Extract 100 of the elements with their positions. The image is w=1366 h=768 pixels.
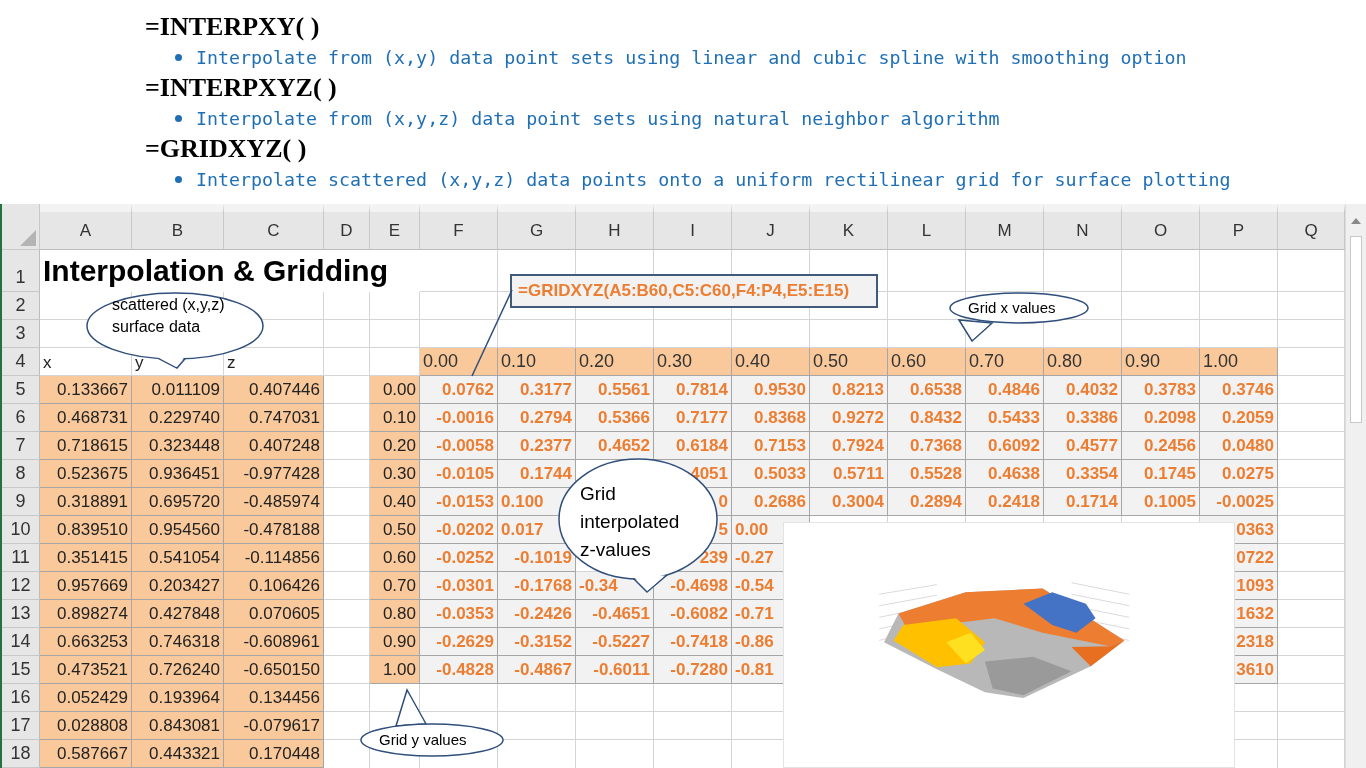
table-cell: 0.7153 (732, 432, 810, 460)
table-cell: 0.3783 (1122, 376, 1200, 404)
table-cell: 0.5528 (888, 460, 966, 488)
table-cell: 0.70 (370, 572, 420, 600)
table-cell: 0.106426 (224, 572, 324, 600)
table-cell: 0.747031 (224, 404, 324, 432)
table-cell: 0.1005 (1122, 488, 1200, 516)
row-header[interactable]: 8 (2, 460, 40, 488)
row-header[interactable]: 5 (2, 376, 40, 404)
table-cell: 0.229740 (132, 404, 224, 432)
vertical-scrollbar[interactable] (1345, 204, 1366, 768)
table-cell: 0.052429 (40, 684, 132, 712)
column-header[interactable]: A (40, 204, 132, 250)
column-header[interactable]: J (732, 204, 810, 250)
table-cell: 0.133667 (40, 376, 132, 404)
column-header[interactable]: L (888, 204, 966, 250)
table-cell: -0.608961 (224, 628, 324, 656)
column-header[interactable]: P (1200, 204, 1278, 250)
function-heading: =GRIDXYZ( ) (145, 133, 308, 164)
table-cell: -0.3152 (498, 628, 576, 656)
row-header[interactable]: 10 (2, 516, 40, 544)
column-header[interactable]: O (1122, 204, 1200, 250)
table-cell: 0.2059 (1200, 404, 1278, 432)
column-header[interactable]: H (576, 204, 654, 250)
row-header[interactable]: 2 (2, 292, 40, 320)
table-cell: 0.726240 (132, 656, 224, 684)
table-cell: 0.468731 (40, 404, 132, 432)
row-header[interactable]: 14 (2, 628, 40, 656)
column-header[interactable]: Q (1278, 204, 1345, 250)
table-cell: -0.2629 (420, 628, 498, 656)
row-header[interactable]: 4 (2, 348, 40, 376)
row-header[interactable]: 17 (2, 712, 40, 740)
table-cell: 0.8368 (732, 404, 810, 432)
table-cell: 0.2418 (966, 488, 1044, 516)
column-header[interactable]: N (1044, 204, 1122, 250)
select-all-icon[interactable] (2, 204, 40, 250)
row-header[interactable]: 18 (2, 740, 40, 768)
table-cell: -0.4651 (576, 600, 654, 628)
bullet-icon (175, 53, 182, 61)
table-cell: 0.170448 (224, 740, 324, 768)
row-header[interactable]: 6 (2, 404, 40, 432)
callout: Grid x values (947, 290, 1091, 342)
table-cell: 0.5711 (810, 460, 888, 488)
table-cell: -0.1019 (498, 544, 576, 572)
table-cell: 0.6092 (966, 432, 1044, 460)
column-header[interactable]: K (810, 204, 888, 250)
table-cell: -0.485974 (224, 488, 324, 516)
table-cell: 0.9530 (732, 376, 810, 404)
table-cell: -0.5227 (576, 628, 654, 656)
table-cell: 0.193964 (132, 684, 224, 712)
column-header[interactable]: E (370, 204, 420, 250)
sheet-title: Interpolation & Gridding (40, 250, 420, 292)
table-cell: 0.4638 (966, 460, 1044, 488)
table-cell: 0.407446 (224, 376, 324, 404)
table-cell: 0.663253 (40, 628, 132, 656)
column-header[interactable]: D (324, 204, 370, 250)
table-cell: 0.954560 (132, 516, 224, 544)
table-cell: -0.4867 (498, 656, 576, 684)
table-cell: 0.839510 (40, 516, 132, 544)
table-cell: 0.2686 (732, 488, 810, 516)
table-cell: -0.0353 (420, 600, 498, 628)
function-heading: =INTERPXY( ) (145, 11, 321, 42)
row-header[interactable]: 9 (2, 488, 40, 516)
column-header[interactable]: I (654, 204, 732, 250)
row-header[interactable]: 13 (2, 600, 40, 628)
table-cell: 0.0275 (1200, 460, 1278, 488)
table-cell: 0.3004 (810, 488, 888, 516)
function-description: Interpolate from (x,y,z) data point sets using natural neighbor algorithm (196, 107, 1000, 129)
table-cell: 0.523675 (40, 460, 132, 488)
table-cell: 0.6538 (888, 376, 966, 404)
table-cell: 0.011109 (132, 376, 224, 404)
table-cell: 0.407248 (224, 432, 324, 460)
table-cell: 0.9272 (810, 404, 888, 432)
row-header[interactable]: 3 (2, 320, 40, 348)
table-cell: 0.843081 (132, 712, 224, 740)
table-cell: 0.4652 (576, 432, 654, 460)
row-header[interactable]: 1 (2, 250, 40, 292)
table-cell: 0.443321 (132, 740, 224, 768)
table-cell-text: z (226, 352, 237, 374)
row-header[interactable]: 15 (2, 656, 40, 684)
column-header[interactable]: C (224, 204, 324, 250)
row-header[interactable]: 16 (2, 684, 40, 712)
column-header[interactable]: M (966, 204, 1044, 250)
table-cell: 0.30 (370, 460, 420, 488)
table-cell: 0.323448 (132, 432, 224, 460)
table-cell: 0.30 (654, 348, 732, 376)
row-header[interactable]: 12 (2, 572, 40, 600)
table-cell: 0.40 (732, 348, 810, 376)
column-header[interactable]: B (132, 204, 224, 250)
table-cell: 0.936451 (132, 460, 224, 488)
table-cell: 0.10 (498, 348, 576, 376)
table-cell: 1.00 (1200, 348, 1278, 376)
column-header[interactable]: G (498, 204, 576, 250)
function-heading: =INTERPXYZ( ) (145, 72, 338, 103)
column-header[interactable]: F (420, 204, 498, 250)
row-header[interactable]: 7 (2, 432, 40, 460)
table-cell: 0.4577 (1044, 432, 1122, 460)
row-header[interactable]: 11 (2, 544, 40, 572)
table-cell: 0.587667 (40, 740, 132, 768)
bullet-icon (175, 175, 182, 183)
